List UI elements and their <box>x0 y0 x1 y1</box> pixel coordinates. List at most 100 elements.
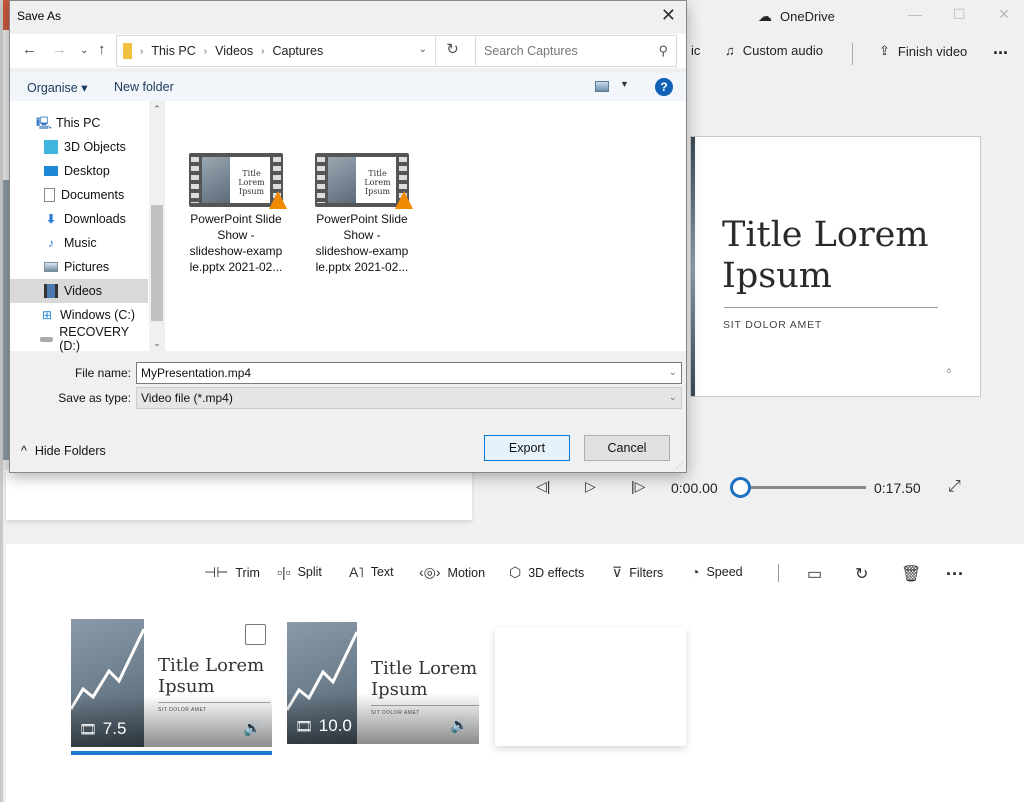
breadcrumb-captures[interactable]: Captures <box>272 44 323 58</box>
motion-label: Motion <box>447 565 486 580</box>
scroll-thumb[interactable] <box>151 205 163 321</box>
address-dropdown-icon[interactable]: ⌄ <box>419 44 427 55</box>
motion-button[interactable]: ‹◎› Motion <box>419 564 485 581</box>
hide-folders-button[interactable]: ^ Hide Folders <box>21 444 106 458</box>
tree-item-music[interactable]: ♪ Music <box>10 231 148 255</box>
tree-item-this-pc[interactable]: 🖳 This PC <box>10 111 148 135</box>
help-icon[interactable]: ? <box>655 78 673 96</box>
app-title: OneDrive <box>780 9 835 24</box>
hide-folders-label: Hide Folders <box>34 444 106 458</box>
custom-audio-button[interactable]: ♫ Custom audio <box>725 43 823 58</box>
cancel-button[interactable]: Cancel <box>584 435 670 461</box>
breadcrumb-this-pc[interactable]: This PC <box>151 44 195 58</box>
forward-arrow-icon[interactable]: → <box>52 41 67 58</box>
export-button[interactable]: Export <box>484 435 570 461</box>
file-name-line: slideshow-examp <box>315 244 409 258</box>
save-type-select[interactable]: Video file (*.mp4) ⌄ <box>136 387 682 409</box>
tree-item-videos[interactable]: Videos <box>10 279 148 303</box>
clip-select-checkbox[interactable] <box>245 624 266 645</box>
breadcrumb-separator: › <box>203 45 208 57</box>
documents-icon <box>44 188 55 202</box>
tree-item-desktop[interactable]: Desktop <box>10 159 148 183</box>
next-frame-icon[interactable]: |▷ <box>631 478 645 495</box>
clip-duration: 🎞 10.0 <box>295 716 352 736</box>
file-name-input[interactable]: MyPresentation.mp4 ⌄ <box>136 362 682 384</box>
search-placeholder: Search Captures <box>484 44 578 58</box>
seek-thumb[interactable] <box>730 477 751 498</box>
preview-title: Title Lorem Ipsum <box>722 215 929 297</box>
preview-title-line1: Title Lorem <box>722 215 929 255</box>
rotate-button[interactable]: ↻ <box>855 564 868 584</box>
scroll-up-icon[interactable]: ⌃ <box>149 104 165 115</box>
tree-item-3d-objects[interactable]: 3D Objects <box>10 135 148 159</box>
desktop-icon <box>44 166 58 176</box>
seek-bar[interactable] <box>748 486 866 489</box>
folder-icon <box>123 43 132 59</box>
text-label: Text <box>370 565 394 579</box>
file-name-line: Show - <box>217 228 255 242</box>
delete-button[interactable]: 🗑 <box>901 564 921 584</box>
resize-grip-icon[interactable]: ⋰ <box>676 461 684 470</box>
split-label: Split <box>297 565 322 579</box>
previous-frame-icon[interactable]: ◁| <box>536 478 550 495</box>
refresh-icon[interactable]: ↻ <box>435 35 469 67</box>
add-clip-placeholder[interactable] <box>495 628 686 746</box>
more-icon: ··· <box>946 564 964 584</box>
play-icon[interactable]: ▷ <box>585 478 596 495</box>
filters-button[interactable]: ⊽ Filters <box>612 564 663 581</box>
speed-button[interactable]: ◔ Speed <box>691 564 743 580</box>
new-folder-button[interactable]: New folder <box>114 80 174 94</box>
tree-item-label: Videos <box>64 284 102 298</box>
file-name-line: le.pptx 2021-02... <box>189 260 283 274</box>
split-button[interactable]: ▫|▫ Split <box>277 564 322 580</box>
search-input[interactable]: Search Captures ⚲ <box>475 35 677 67</box>
tree-item-downloads[interactable]: ⬇ Downloads <box>10 207 148 231</box>
more-options-button[interactable]: ... <box>993 38 1008 59</box>
breadcrumb-separator: › <box>261 45 265 57</box>
file-item[interactable]: Title Lorem Ipsum PowerPoint Slide Show … <box>312 153 413 275</box>
breadcrumb-separator: › <box>140 45 144 57</box>
view-options-dropdown-icon[interactable]: ▼ <box>620 79 629 89</box>
clip-title-line1: Title Lorem <box>371 658 478 679</box>
file-name-label: File name: <box>74 366 131 380</box>
storyboard-clip[interactable]: Title Lorem Ipsum SIT DOLOR AMET 🎞7.5 🔊 <box>71 619 272 747</box>
maximize-button[interactable]: ☐ <box>953 6 966 23</box>
text-button[interactable]: A˥ Text <box>349 564 394 580</box>
address-bar[interactable]: › This PC › Videos › Captures ⌄ <box>116 35 476 67</box>
change-view-icon[interactable] <box>595 81 609 92</box>
save-type-dropdown-icon[interactable]: ⌄ <box>669 388 677 408</box>
background-music-button[interactable]: ic <box>691 43 700 58</box>
close-window-button[interactable]: ✕ <box>998 6 1010 23</box>
tree-item-windows-c[interactable]: ⊞ Windows (C:) <box>10 303 148 327</box>
dialog-close-button[interactable]: ✕ <box>661 5 676 26</box>
tree-item-documents[interactable]: Documents <box>10 183 148 207</box>
custom-audio-label: Custom audio <box>742 43 823 58</box>
fullscreen-icon[interactable]: ⤢ <box>948 478 961 496</box>
tree-item-pictures[interactable]: Pictures <box>10 255 148 279</box>
video-thumbnail: Title Lorem Ipsum <box>189 153 287 209</box>
dialog-title: Save As <box>17 9 62 23</box>
breadcrumb-videos[interactable]: Videos <box>215 44 253 58</box>
tree-item-label: This PC <box>56 116 101 130</box>
trim-button[interactable]: ⊣⊢ Trim <box>204 564 260 581</box>
recent-locations-icon[interactable]: ⌄ <box>80 45 88 56</box>
tree-scrollbar[interactable]: ⌃ ⌄ <box>149 101 165 351</box>
tree-item-recovery-d[interactable]: RECOVERY (D:) <box>10 325 148 353</box>
file-item[interactable]: Title Lorem Ipsum PowerPoint Slide Show … <box>186 153 287 275</box>
back-arrow-icon[interactable]: ← <box>22 41 37 58</box>
minimize-button[interactable]: — <box>908 6 922 22</box>
volume-icon[interactable]: 🔊 <box>450 716 469 734</box>
up-arrow-icon[interactable]: ↑ <box>98 41 106 58</box>
vlc-cone-icon <box>269 191 287 209</box>
volume-icon[interactable]: 🔊 <box>243 719 262 737</box>
finish-video-button[interactable]: ⇪ Finish video <box>879 43 967 59</box>
3d-effects-button[interactable]: ⬡ 3D effects <box>509 564 584 581</box>
storyboard-clip[interactable]: Title Lorem Ipsum SIT DOLOR AMET 🎞10.0 🔊 <box>287 622 479 744</box>
file-name-dropdown-icon[interactable]: ⌄ <box>669 363 677 383</box>
resize-button[interactable]: ▭ <box>807 564 822 584</box>
organise-button[interactable]: Organise ▾ <box>27 80 87 95</box>
scroll-down-icon[interactable]: ⌄ <box>149 338 165 349</box>
more-tools-button[interactable]: ··· <box>946 564 964 585</box>
total-time: 0:17.50 <box>874 480 921 496</box>
trash-icon: 🗑 <box>901 566 922 583</box>
